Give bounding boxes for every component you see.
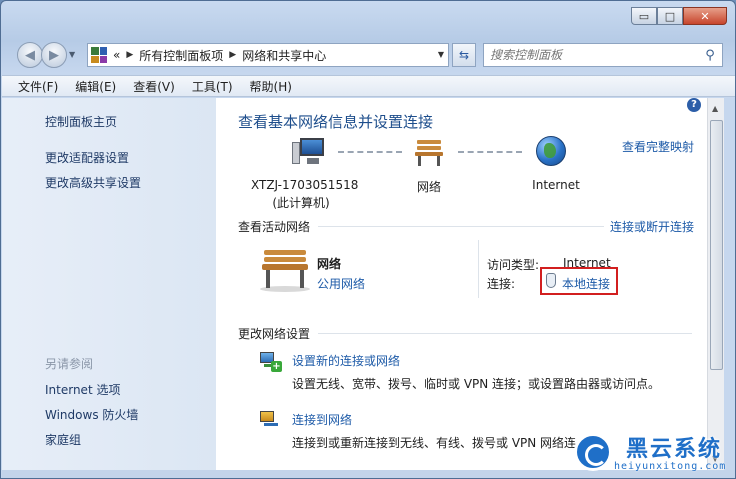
menu-tools[interactable]: 工具(T) [192, 78, 233, 95]
menu-file[interactable]: 文件(F) [18, 78, 58, 95]
recent-pages-dropdown[interactable]: ▼ [69, 50, 75, 59]
view-full-map-link[interactable]: 查看完整映射 [622, 138, 694, 155]
menu-edit[interactable]: 编辑(E) [75, 78, 116, 95]
sidebar: 控制面板主页 更改适配器设置 更改高级共享设置 另请参阅 Internet 选项… [2, 98, 216, 470]
active-networks-heading: 查看活动网络 [238, 220, 311, 234]
main-content: ? 查看基本网络信息并设置连接 查看完整映射 XTZJ-1703051518 (… [216, 98, 707, 470]
sidebar-item-homegroup[interactable]: 家庭组 [45, 431, 81, 448]
breadcrumb-separator-icon[interactable]: ▶ [229, 50, 236, 60]
sidebar-item-control-panel-home[interactable]: 控制面板主页 [45, 113, 117, 130]
minimize-button[interactable]: ▭ [631, 7, 657, 25]
network-sharing-center-window: ▭ □ ✕ ◀ ▶ ▼ « ▶ 所有控制面板项 ▶ 网络和共享中心 ▼ ⇆ ⚲ … [0, 0, 736, 479]
search-icon[interactable]: ⚲ [698, 48, 722, 63]
public-network-bench-icon [260, 248, 310, 292]
computer-name-label: XTZJ-1703051518 [251, 178, 359, 192]
active-network-name: 网络 [317, 257, 342, 271]
ethernet-plug-icon [546, 273, 556, 288]
page-title: 查看基本网络信息并设置连接 [238, 113, 434, 131]
connect-to-network-link[interactable]: 连接到网络 [292, 411, 352, 428]
vertical-divider [478, 240, 479, 298]
connect-disconnect-link[interactable]: 连接或断开连接 [610, 218, 694, 235]
forward-button[interactable]: ▶ [41, 42, 67, 68]
new-connection-icon: + [260, 352, 282, 372]
sidebar-item-internet-options[interactable]: Internet 选项 [45, 381, 120, 398]
connect-network-icon [260, 411, 282, 431]
computer-icon [292, 138, 326, 166]
navigation-bar: ◀ ▶ ▼ « ▶ 所有控制面板项 ▶ 网络和共享中心 ▼ ⇆ ⚲ [17, 41, 723, 69]
sidebar-item-windows-firewall[interactable]: Windows 防火墙 [45, 406, 138, 423]
breadcrumb-overflow[interactable]: « [113, 48, 120, 62]
menu-help[interactable]: 帮助(H) [250, 78, 292, 95]
connect-to-network-desc: 连接到或重新连接到无线、有线、拨号或 VPN 网络连 [292, 436, 577, 450]
caption-buttons: ▭ □ ✕ [631, 7, 727, 25]
breadcrumb-network-sharing-center[interactable]: 网络和共享中心 [242, 47, 326, 64]
network-type-link[interactable]: 公用网络 [317, 275, 365, 292]
map-connector [458, 151, 522, 153]
watermark-name: 黑云系统 [626, 437, 723, 462]
refresh-button[interactable]: ⇆ [452, 43, 476, 67]
network-label: 网络 [416, 180, 441, 194]
scrollbar-thumb[interactable] [710, 120, 723, 370]
maximize-button[interactable]: □ [657, 7, 683, 25]
refresh-icon: ⇆ [458, 48, 470, 62]
internet-globe-icon [536, 136, 566, 166]
breadcrumb-separator-icon[interactable]: ▶ [126, 50, 133, 60]
search-input[interactable] [484, 45, 698, 65]
local-area-connection-link[interactable]: 本地连接 [562, 275, 610, 292]
back-button[interactable]: ◀ [17, 42, 43, 68]
address-bar[interactable]: « ▶ 所有控制面板项 ▶ 网络和共享中心 ▼ [87, 43, 449, 67]
address-dropdown-icon[interactable]: ▼ [438, 50, 444, 59]
close-button[interactable]: ✕ [683, 7, 727, 25]
internet-label: Internet [532, 178, 580, 192]
access-type-label: 访问类型: [487, 258, 540, 272]
connections-label: 连接: [487, 277, 516, 291]
map-connector [338, 151, 402, 153]
arrow-right-icon: ▶ [49, 47, 59, 63]
section-divider [318, 226, 604, 227]
section-divider [318, 333, 692, 334]
menu-bar: 文件(F) 编辑(E) 查看(V) 工具(T) 帮助(H) [2, 75, 735, 97]
help-icon[interactable]: ? [687, 98, 701, 112]
breadcrumb-all-control-panel-items[interactable]: 所有控制面板项 [139, 47, 223, 64]
see-also-heading: 另请参阅 [45, 357, 94, 371]
watermark: 黑云系统 heiyunxitong.com [574, 429, 735, 478]
sidebar-item-advanced-sharing-settings[interactable]: 更改高级共享设置 [45, 174, 141, 191]
scroll-up-icon[interactable]: ▲ [712, 104, 718, 113]
change-settings-heading: 更改网络设置 [238, 327, 311, 341]
network-bench-icon [414, 138, 444, 166]
control-panel-icon [91, 47, 107, 63]
menu-view[interactable]: 查看(V) [133, 78, 175, 95]
search-box: ⚲ [483, 43, 723, 67]
vertical-scrollbar[interactable]: ▲ ▼ [707, 98, 724, 470]
setup-new-connection-link[interactable]: 设置新的连接或网络 [292, 352, 400, 369]
watermark-logo-icon [574, 433, 612, 471]
this-computer-label: (此计算机) [272, 196, 330, 210]
sidebar-item-change-adapter-settings[interactable]: 更改适配器设置 [45, 149, 129, 166]
arrow-left-icon: ◀ [25, 47, 35, 63]
watermark-url: heiyunxitong.com [614, 461, 727, 472]
setup-new-connection-desc: 设置无线、宽带、拨号、临时或 VPN 连接；或设置路由器或访问点。 [292, 377, 661, 391]
